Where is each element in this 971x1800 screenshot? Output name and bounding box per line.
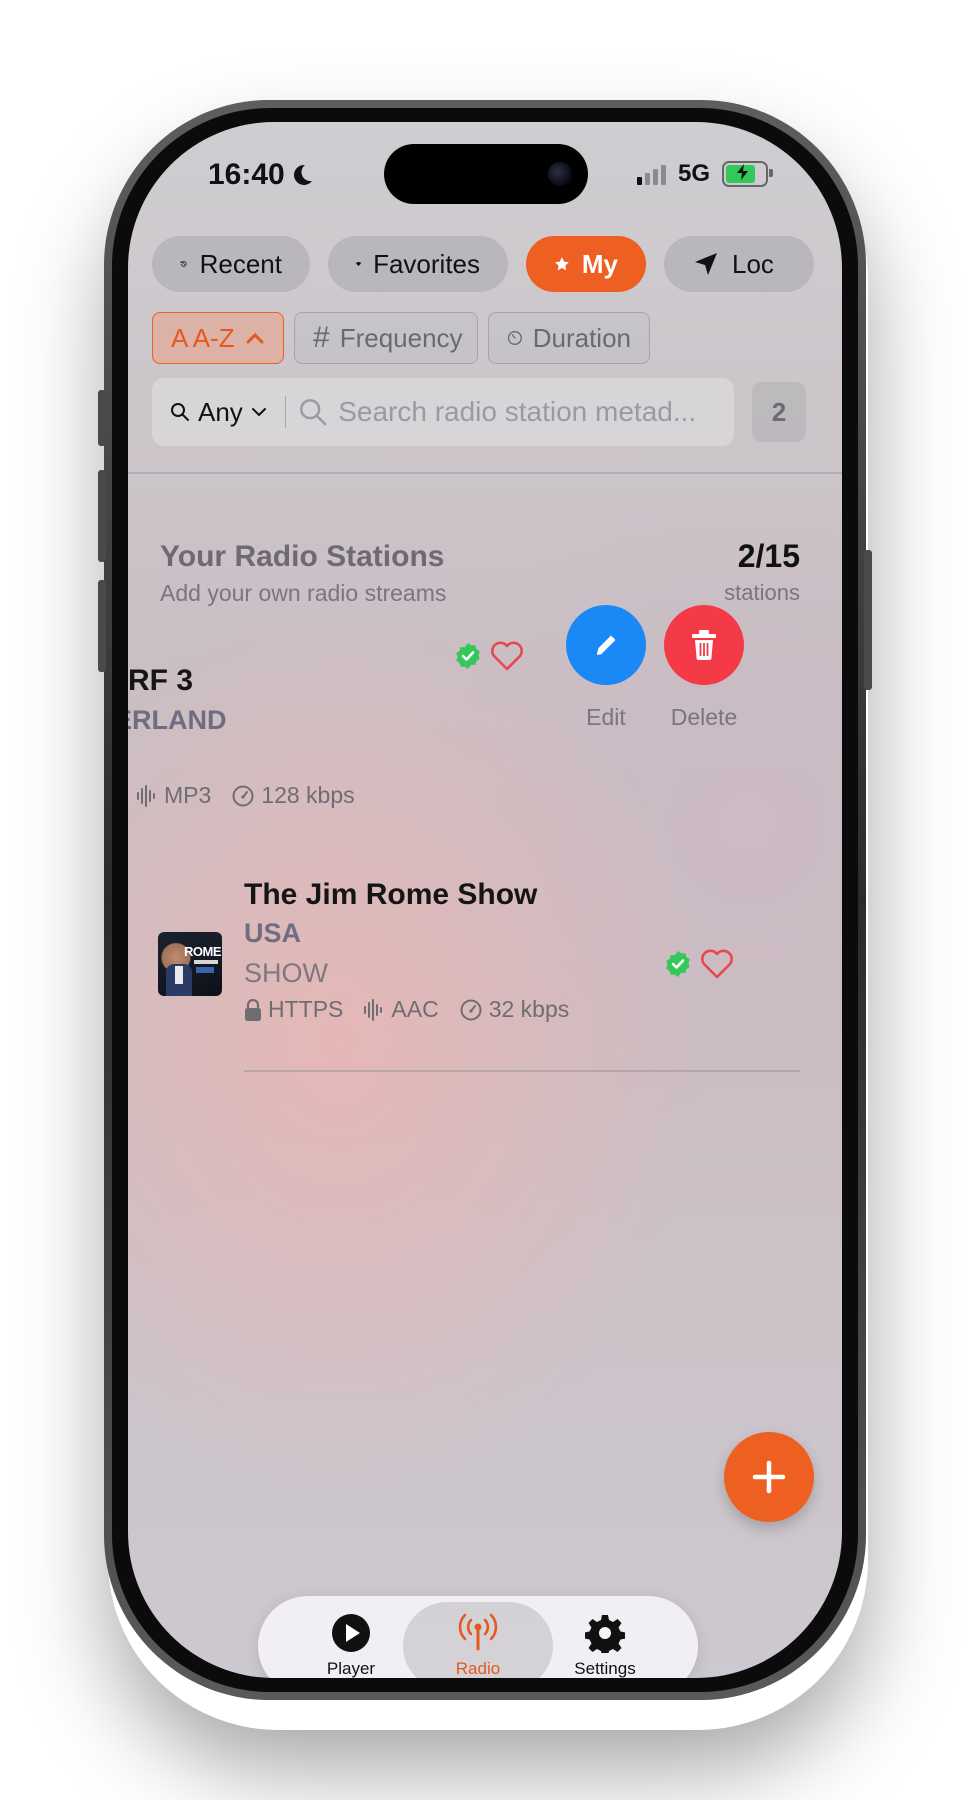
trash-icon xyxy=(692,630,716,660)
station-codec: AAC xyxy=(391,996,439,1022)
station-artwork: ROME xyxy=(158,932,222,996)
sort-frequency-label: Frequency xyxy=(339,322,463,353)
search-bar: Any xyxy=(152,378,734,446)
station-meta: MP3 128 kbps xyxy=(136,782,367,809)
chevron-up-icon xyxy=(246,332,264,344)
status-right: 5G xyxy=(636,160,773,188)
station-bitrate: 32 kbps xyxy=(488,996,570,1022)
clock: 16:40 xyxy=(208,158,285,191)
tab-radio-label: Radio xyxy=(455,1659,501,1678)
header-divider xyxy=(128,472,842,474)
sort-frequency-button[interactable]: # Frequency xyxy=(294,312,478,364)
history-icon xyxy=(180,260,187,267)
sort-duration-label: Duration xyxy=(532,322,631,353)
magnifier-icon xyxy=(300,399,327,426)
sort-az-button[interactable]: A A-Z xyxy=(152,312,284,364)
delete-button[interactable] xyxy=(664,605,744,685)
section-title: Your Radio Stations xyxy=(160,540,445,573)
chip-recent-label: Recent xyxy=(199,248,282,279)
pencil-icon xyxy=(596,635,616,655)
favorite-heart-icon[interactable] xyxy=(700,948,734,980)
chip-local-label: Loc xyxy=(732,248,774,279)
search-icon xyxy=(171,403,189,421)
section-subtitle: Add your own radio streams xyxy=(160,580,447,606)
station-country: USA xyxy=(244,918,302,948)
hash-icon: # xyxy=(313,321,330,354)
station-codec: MP3 xyxy=(164,782,212,808)
add-station-button[interactable] xyxy=(724,1432,814,1522)
station-protocol: HTTPS xyxy=(268,996,344,1022)
chip-my[interactable]: My xyxy=(526,236,646,292)
volume-up-button xyxy=(98,470,106,562)
search-scope-label: Any xyxy=(198,396,243,427)
lock-icon xyxy=(245,998,261,1021)
station-count-label: stations xyxy=(724,580,800,605)
search-input[interactable] xyxy=(336,395,734,429)
station-name: The Jim Rome Show xyxy=(244,878,538,911)
result-count-badge: 2 xyxy=(752,382,806,442)
plus-icon xyxy=(752,1460,786,1494)
location-arrow-icon xyxy=(695,253,717,275)
search-scope-dropdown[interactable]: Any xyxy=(152,397,285,428)
front-camera xyxy=(548,162,572,186)
screen: 16:40 5G Recent Favorites My Loc A A-Z # xyxy=(128,122,842,1678)
chevron-down-icon xyxy=(251,408,266,417)
chip-local[interactable]: Loc xyxy=(664,236,814,292)
tab-player-label: Player xyxy=(326,1659,376,1678)
edit-button[interactable] xyxy=(566,605,646,685)
power-button xyxy=(864,550,872,690)
timer-icon xyxy=(507,330,522,346)
station-genre: SHOW xyxy=(244,958,328,988)
moon-icon xyxy=(293,164,312,185)
station-name: SRF 3 xyxy=(128,664,194,697)
charging-bolt-icon xyxy=(737,164,748,180)
row-divider xyxy=(244,1070,800,1072)
station-meta: HTTPS AAC 32 kbps xyxy=(244,996,581,1023)
chip-favorites-label: Favorites xyxy=(373,248,480,279)
station-count: 2/15 xyxy=(737,538,800,574)
gear-icon xyxy=(585,1615,625,1653)
star-icon xyxy=(555,257,569,271)
battery-icon xyxy=(722,161,773,187)
play-circle-icon xyxy=(332,1614,370,1652)
sort-duration-button[interactable]: Duration xyxy=(488,312,650,364)
tab-settings[interactable]: Settings xyxy=(530,1602,680,1678)
heart-icon xyxy=(356,262,361,266)
network-label: 5G xyxy=(677,160,710,187)
chip-my-label: My xyxy=(581,248,618,279)
delete-label: Delete xyxy=(670,704,738,730)
chip-favorites[interactable]: Favorites xyxy=(328,236,508,292)
verified-badge-icon xyxy=(666,951,690,977)
search-separator xyxy=(284,396,287,428)
action-button xyxy=(98,390,106,446)
sort-az-label: A A-Z xyxy=(171,322,235,353)
waveform-icon xyxy=(364,998,383,1021)
status-time: 16:40 xyxy=(208,158,313,192)
artwork-logo-text: ROME xyxy=(184,944,222,959)
signal-icon xyxy=(636,163,666,185)
favorite-heart-icon[interactable] xyxy=(490,640,524,672)
radio-antenna-icon xyxy=(458,1613,498,1651)
verified-badge-icon xyxy=(456,643,480,669)
speedometer-icon xyxy=(460,999,482,1020)
tab-bar: Player Radio Settings xyxy=(258,1596,698,1678)
tab-settings-label: Settings xyxy=(574,1659,636,1678)
waveform-icon xyxy=(137,784,155,807)
volume-down-button xyxy=(98,580,106,672)
station-bitrate: 128 kbps xyxy=(261,782,355,808)
speedometer-icon xyxy=(232,785,254,806)
station-country: ERLAND xyxy=(128,705,227,735)
chip-recent[interactable]: Recent xyxy=(152,236,310,292)
